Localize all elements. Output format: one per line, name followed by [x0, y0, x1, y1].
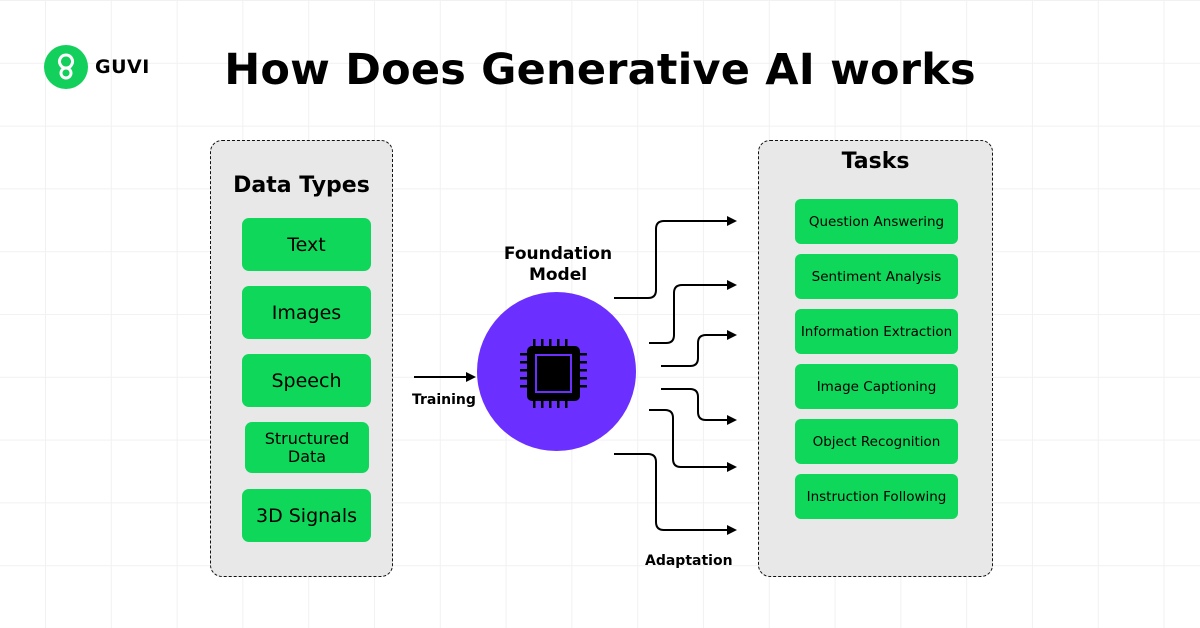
adaptation-arrow-object-recognition — [649, 409, 737, 472]
task-question-answering: Question Answering — [795, 199, 958, 244]
adaptation-label: Adaptation — [645, 553, 733, 569]
task-label: Image Captioning — [816, 378, 937, 395]
task-label: Sentiment Analysis — [811, 268, 942, 285]
task-label: Information Extraction — [800, 323, 953, 340]
task-image-captioning: Image Captioning — [795, 364, 958, 409]
task-instruction-following: Instruction Following — [795, 474, 958, 519]
task-label: Question Answering — [808, 213, 945, 230]
tasks-heading: Tasks — [841, 149, 910, 174]
cpu-chip-icon — [520, 339, 587, 408]
training-label: Training — [412, 392, 476, 408]
diagram-overlay — [414, 216, 737, 535]
tasks-panel: Tasks Question Answering Sentiment Analy… — [758, 140, 993, 577]
adaptation-arrow-question-answering — [614, 216, 737, 299]
task-information-extraction: Information Extraction — [795, 309, 958, 354]
task-object-recognition: Object Recognition — [795, 419, 958, 464]
task-label: Object Recognition — [812, 433, 941, 450]
task-sentiment-analysis: Sentiment Analysis — [795, 254, 958, 299]
task-label: Instruction Following — [806, 488, 947, 505]
